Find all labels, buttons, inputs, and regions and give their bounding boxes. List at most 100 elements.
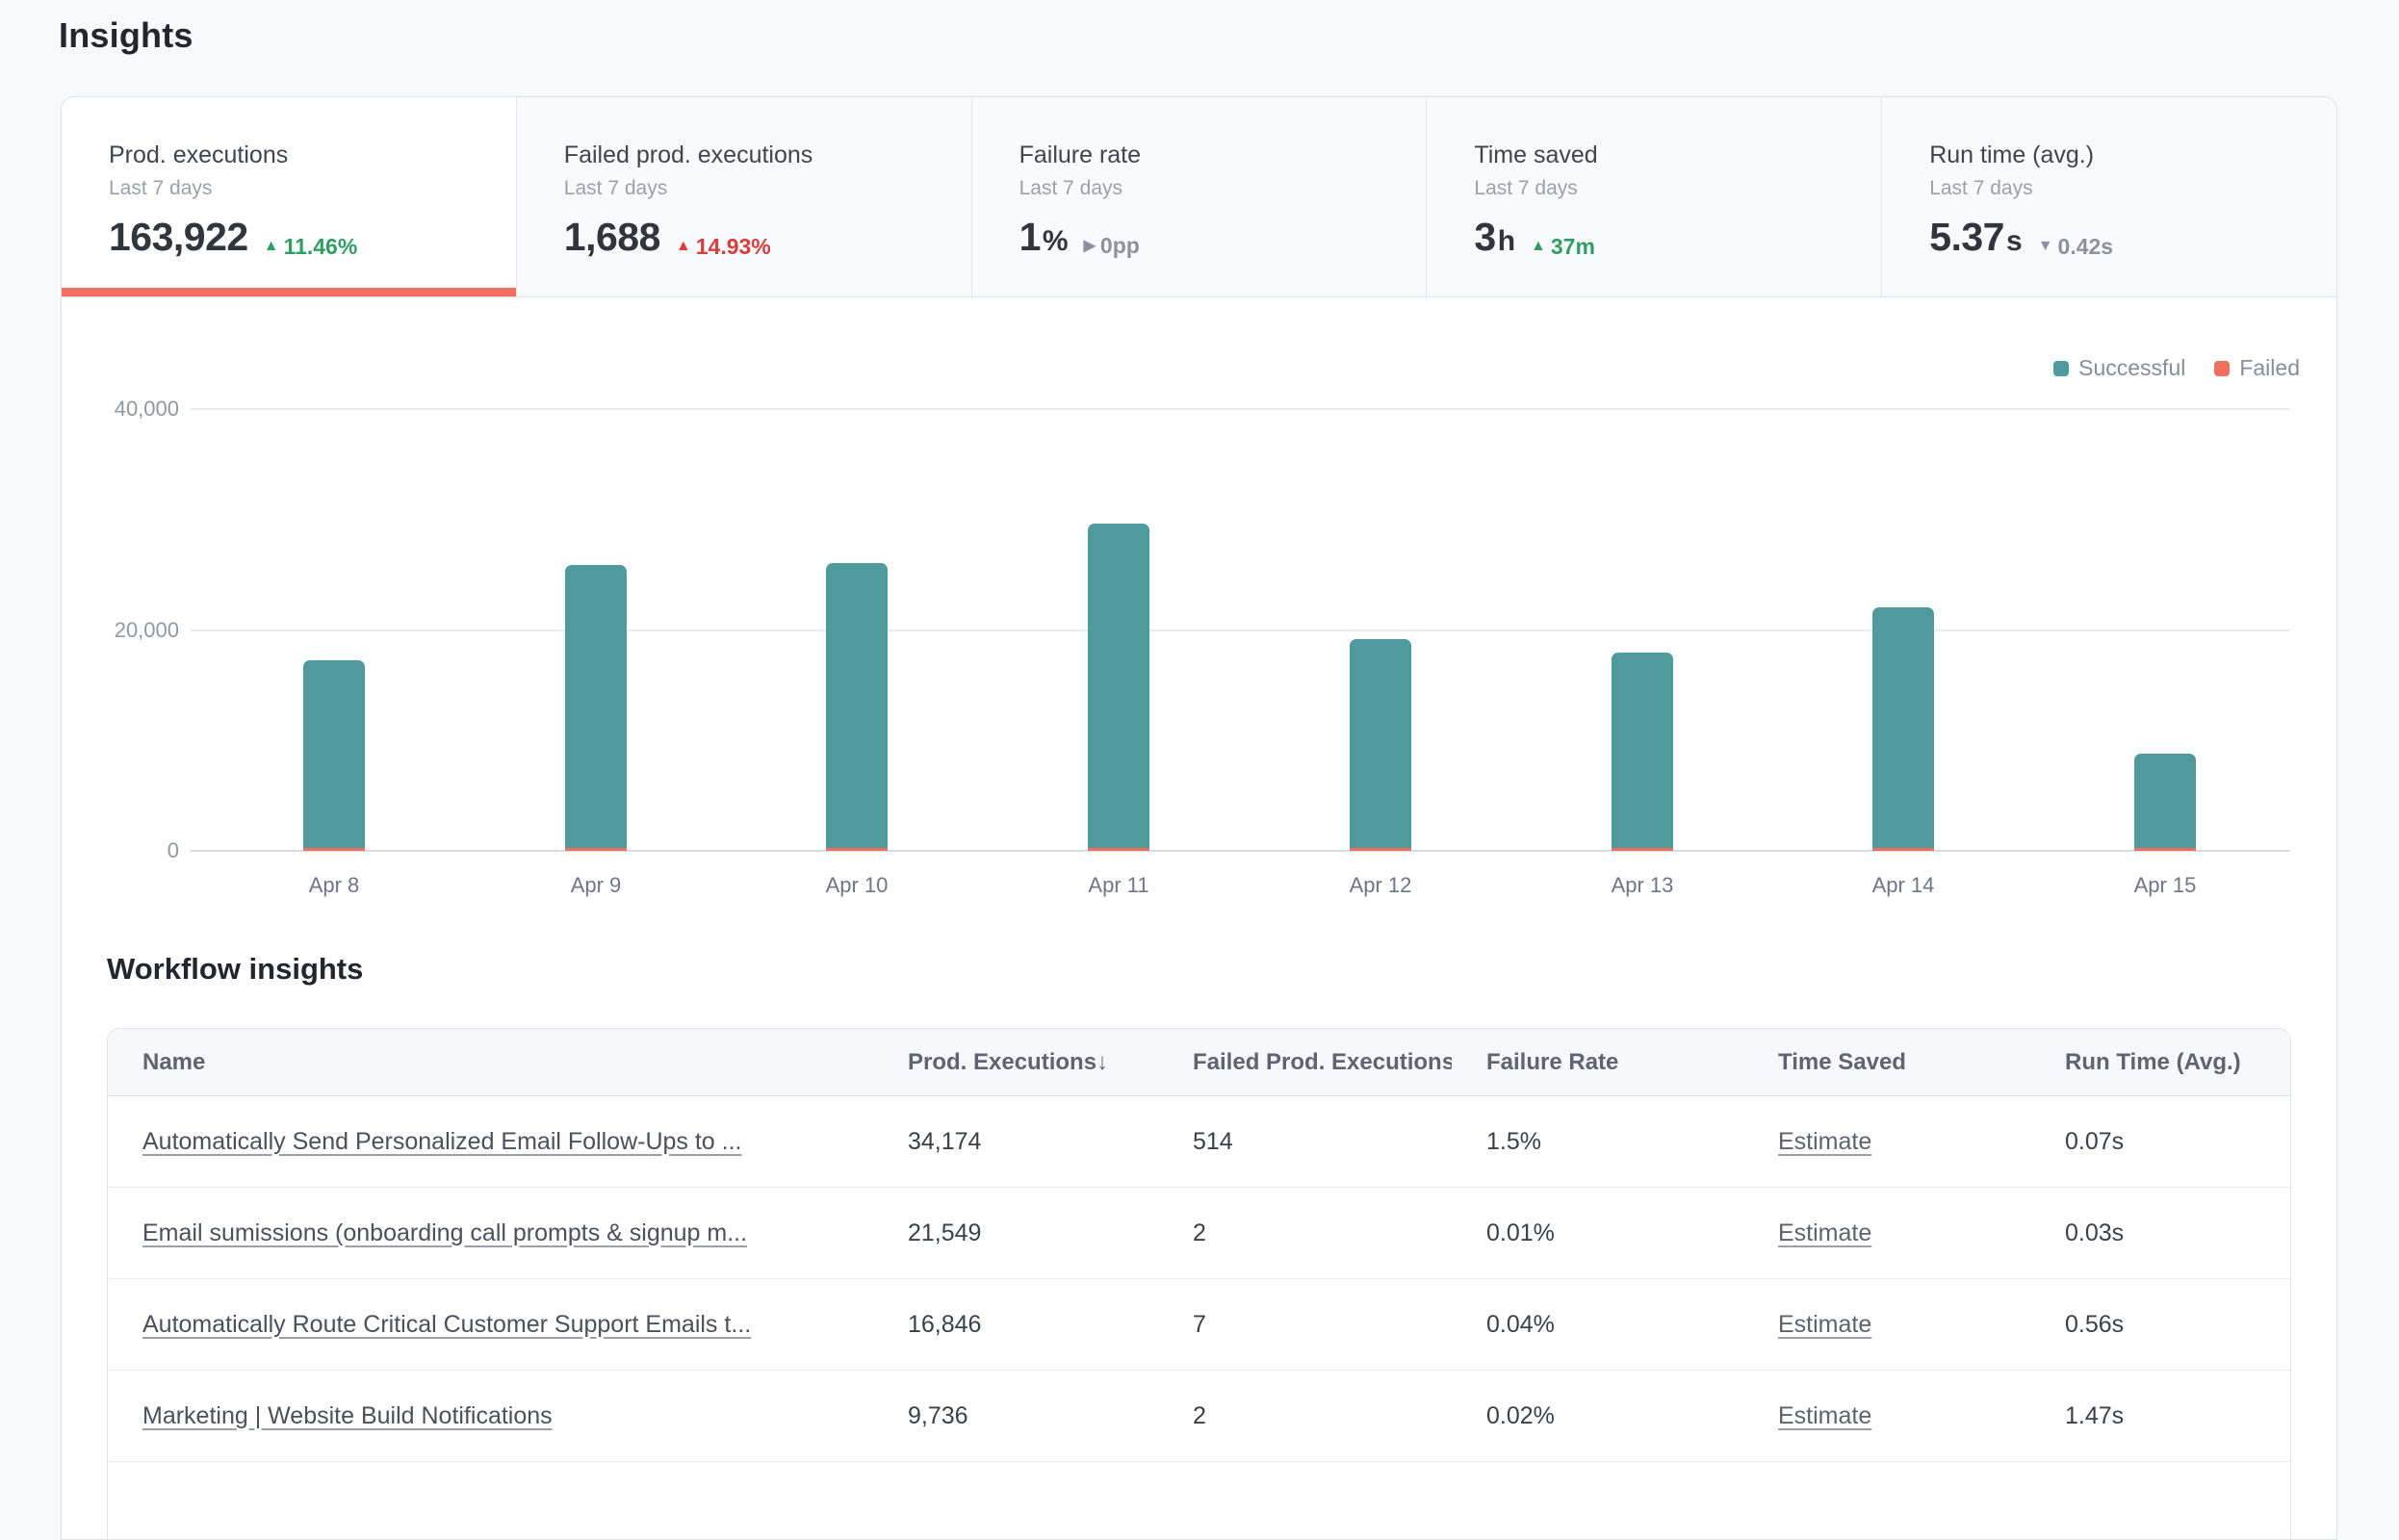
bar-segment-successful <box>1088 524 1149 848</box>
cell-empty <box>1743 1462 2030 1540</box>
kpi-tab-run-time-avg[interactable]: Run time (avg.) Last 7 days 5.37s ▼0.42s <box>1882 97 2336 296</box>
kpi-label: Failed prod. executions <box>564 141 971 169</box>
gridline <box>191 850 2290 852</box>
column-header-prod-executions[interactable]: Prod. Executions↓ <box>873 1029 1158 1096</box>
chart-bar-apr-13 <box>1612 653 1673 851</box>
bar-segment-failed <box>2134 848 2196 851</box>
cell-name: Automatically Send Personalized Email Fo… <box>108 1096 873 1188</box>
legend-swatch-icon <box>2214 361 2230 376</box>
bar-segment-failed <box>1350 848 1411 851</box>
trend-flat-icon: ▶ <box>1084 236 1096 255</box>
chart-bar-apr-15 <box>2134 754 2196 851</box>
table-row-partial <box>108 1462 2290 1540</box>
cell-run-time-avg: 0.03s <box>2030 1188 2290 1279</box>
kpi-trend: ▶0pp <box>1084 233 1140 259</box>
cell-prod-executions: 34,174 <box>873 1096 1158 1188</box>
kpi-trend-text: 0pp <box>1100 233 1140 259</box>
chart-bar-apr-14 <box>1872 607 1934 851</box>
cell-empty <box>1158 1462 1452 1540</box>
estimate-link[interactable]: Estimate <box>1778 1128 1871 1155</box>
column-header-failure-rate[interactable]: Failure Rate <box>1452 1029 1743 1096</box>
workflow-name-link[interactable]: Automatically Send Personalized Email Fo… <box>142 1128 742 1155</box>
chart-legend: Successful Failed <box>2025 355 2300 381</box>
kpi-value-row: 1% ▶0pp <box>1019 215 1427 260</box>
x-axis-tick-label: Apr 11 <box>1042 873 1196 898</box>
cell-failure-rate: 1.5% <box>1452 1096 1743 1188</box>
bar-segment-successful <box>565 565 627 848</box>
cell-failure-rate: 0.01% <box>1452 1188 1743 1279</box>
kpi-period: Last 7 days <box>109 177 516 200</box>
table-header-row: NameProd. Executions↓Failed Prod. Execut… <box>108 1029 2290 1096</box>
table-row: Automatically Route Critical Customer Su… <box>108 1279 2290 1371</box>
cell-name: Email sumissions (onboarding call prompt… <box>108 1188 873 1279</box>
y-axis-tick-label: 20,000 <box>73 618 179 643</box>
cell-failed-prod-executions: 514 <box>1158 1096 1452 1188</box>
chart-bar-apr-11 <box>1088 524 1149 851</box>
bar-segment-failed <box>1872 848 1934 851</box>
column-header-run-time-avg[interactable]: Run Time (Avg.) <box>2030 1029 2290 1096</box>
workflow-name-link[interactable]: Email sumissions (onboarding call prompt… <box>142 1219 747 1246</box>
cell-prod-executions: 16,846 <box>873 1279 1158 1371</box>
legend-item-failed[interactable]: Failed <box>2214 355 2300 381</box>
kpi-value-row: 1,688▲14.93% <box>564 215 971 260</box>
cell-run-time-avg: 0.07s <box>2030 1096 2290 1188</box>
bar-segment-failed <box>1612 848 1673 851</box>
kpi-value-unit: % <box>1043 225 1069 258</box>
x-axis-tick-label: Apr 9 <box>519 873 673 898</box>
x-axis-tick-label: Apr 10 <box>780 873 934 898</box>
trend-up-icon: ▲ <box>1531 238 1546 255</box>
chart-bar-apr-9 <box>565 565 627 851</box>
bar-segment-failed <box>303 848 365 851</box>
kpi-tab-failed-prod-executions[interactable]: Failed prod. executionsLast 7 days1,688▲… <box>517 97 972 296</box>
kpi-label: Failure rate <box>1019 141 1427 169</box>
column-header-failed-prod-executions[interactable]: Failed Prod. Executions <box>1158 1029 1452 1096</box>
kpi-period: Last 7 days <box>1929 177 2336 200</box>
legend-swatch-icon <box>2053 361 2069 376</box>
cell-name: Automatically Route Critical Customer Su… <box>108 1279 873 1371</box>
kpi-period: Last 7 days <box>1019 177 1427 200</box>
cell-failed-prod-executions: 2 <box>1158 1188 1452 1279</box>
x-axis-tick-label: Apr 12 <box>1303 873 1457 898</box>
column-header-time-saved[interactable]: Time Saved <box>1743 1029 2030 1096</box>
bar-segment-failed <box>565 848 627 851</box>
estimate-link[interactable]: Estimate <box>1778 1402 1871 1429</box>
workflow-name-link[interactable]: Marketing | Website Build Notifications <box>142 1402 553 1429</box>
estimate-link[interactable]: Estimate <box>1778 1311 1871 1338</box>
kpi-tab-failure-rate[interactable]: Failure rate Last 7 days 1% ▶0pp <box>972 97 1428 296</box>
workflow-name-link[interactable]: Automatically Route Critical Customer Su… <box>142 1311 751 1338</box>
bar-segment-successful <box>1612 653 1673 848</box>
kpi-value-unit: h <box>1498 225 1515 258</box>
cell-run-time-avg: 1.47s <box>2030 1371 2290 1462</box>
cell-failed-prod-executions: 2 <box>1158 1371 1452 1462</box>
estimate-link[interactable]: Estimate <box>1778 1219 1871 1246</box>
cell-run-time-avg: 0.56s <box>2030 1279 2290 1371</box>
kpi-value: 1,688 <box>564 215 660 260</box>
kpi-tab-time-saved[interactable]: Time savedLast 7 days3h▲37m <box>1427 97 1882 296</box>
table-row: Marketing | Website Build Notifications9… <box>108 1371 2290 1462</box>
kpi-trend-text: 37m <box>1551 234 1595 260</box>
kpi-value: 1 <box>1019 215 1041 260</box>
x-axis-tick-label: Apr 13 <box>1565 873 1719 898</box>
y-axis-tick-label: 0 <box>73 838 179 863</box>
bar-segment-successful <box>1350 639 1411 848</box>
kpi-trend-text: 14.93% <box>696 234 771 260</box>
legend-item-successful[interactable]: Successful <box>2053 355 2185 381</box>
kpi-value: 163,922 <box>109 215 248 260</box>
cell-empty <box>2030 1462 2290 1540</box>
column-header-name[interactable]: Name <box>108 1029 873 1096</box>
gridline <box>191 629 2290 631</box>
bar-segment-successful <box>826 563 888 848</box>
cell-name: Marketing | Website Build Notifications <box>108 1371 873 1462</box>
x-axis-tick-label: Apr 15 <box>2088 873 2242 898</box>
x-axis-tick-label: Apr 14 <box>1826 873 1980 898</box>
kpi-trend: ▼0.42s <box>2038 234 2113 260</box>
cell-failure-rate: 0.02% <box>1452 1371 1743 1462</box>
insights-panel: Prod. executionsLast 7 days163,922▲11.46… <box>61 96 2337 1540</box>
gridline <box>191 408 2290 410</box>
kpi-tab-prod-executions[interactable]: Prod. executionsLast 7 days163,922▲11.46… <box>62 97 517 296</box>
kpi-value-unit: s <box>2006 225 2023 258</box>
bar-segment-successful <box>2134 754 2196 848</box>
kpi-value: 5.37 <box>1929 215 2004 260</box>
cell-time-saved: Estimate <box>1743 1279 2030 1371</box>
kpi-label: Run time (avg.) <box>1929 141 2336 169</box>
